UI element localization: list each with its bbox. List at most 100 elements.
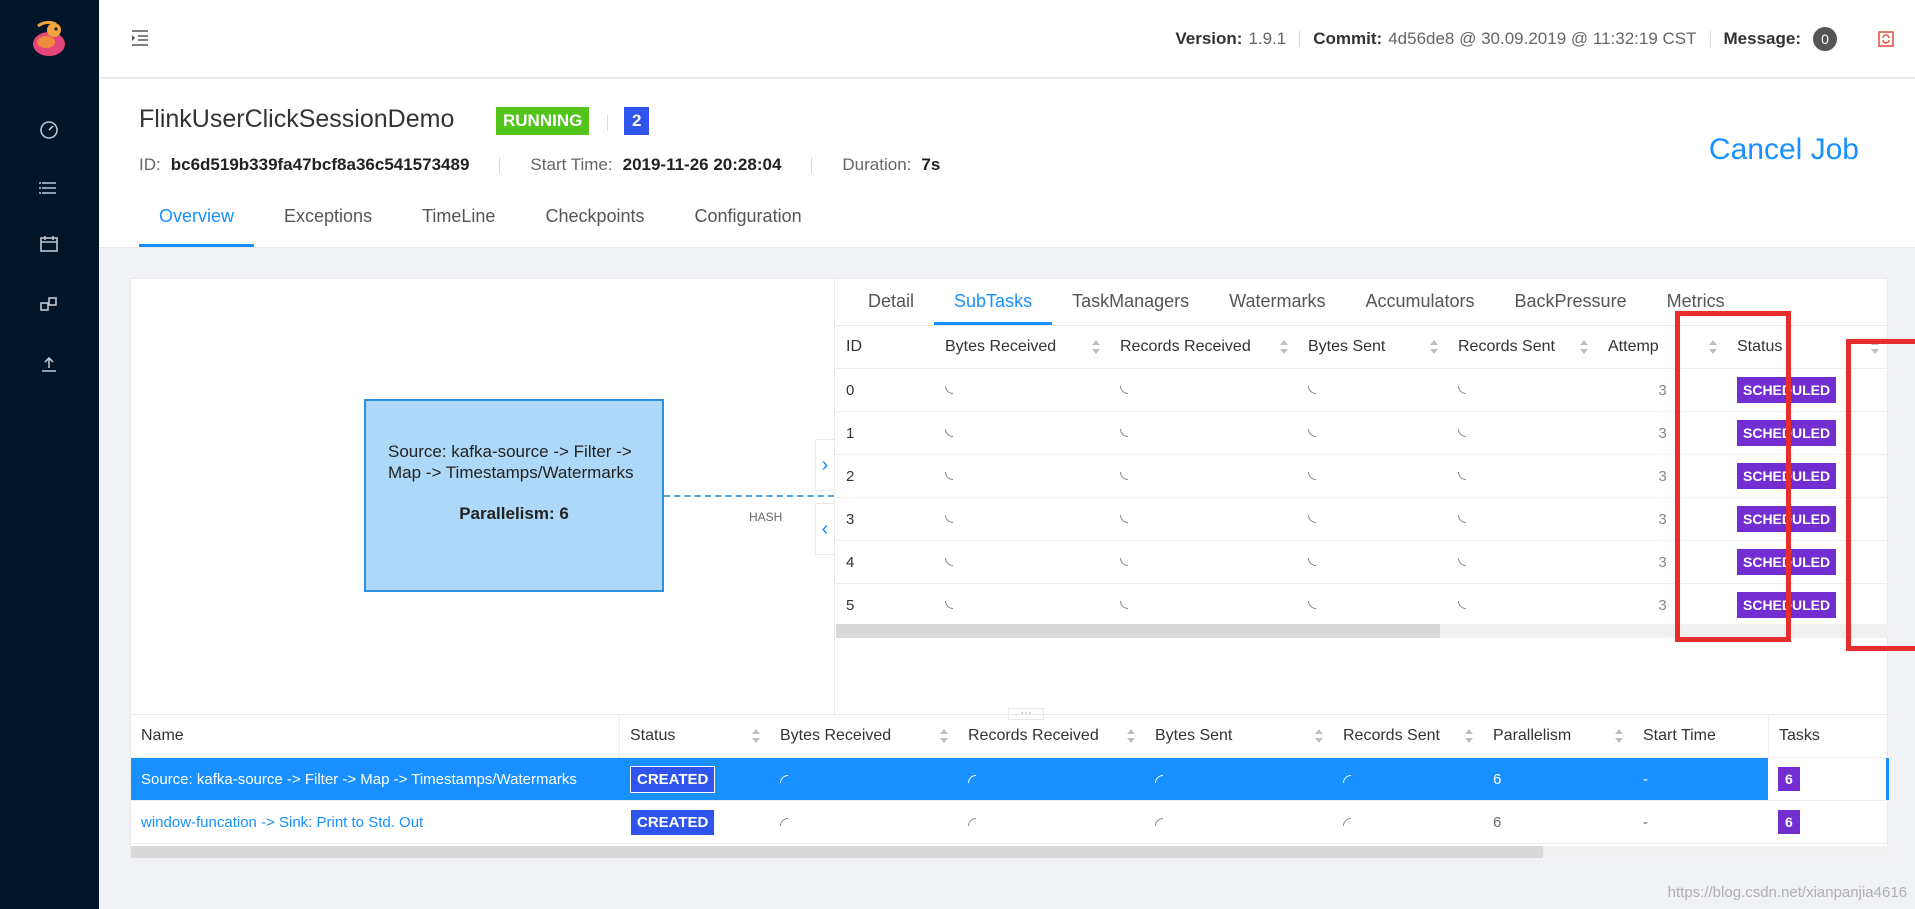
- vertex-link[interactable]: window-funcation -> Sink: Print to Std. …: [141, 814, 423, 831]
- sort-icon[interactable]: [1430, 340, 1438, 354]
- tab-subtasks[interactable]: SubTasks: [934, 279, 1053, 325]
- col-bytes-sent[interactable]: Bytes Sent: [1145, 715, 1333, 757]
- node-parallelism: Parallelism: 6: [459, 504, 569, 523]
- duration-value: 7s: [921, 155, 941, 174]
- horizontal-scrollbar[interactable]: [131, 846, 1889, 858]
- loading-icon: [1298, 498, 1448, 540]
- loading-icon: [935, 412, 1110, 454]
- tab-configuration[interactable]: Configuration: [675, 191, 822, 247]
- tab-checkpoints[interactable]: Checkpoints: [525, 191, 664, 247]
- col-bytes-sent[interactable]: Bytes Sent: [1298, 326, 1448, 368]
- col-records-received[interactable]: Records Received: [1110, 326, 1298, 368]
- col-records-sent[interactable]: Records Sent: [1333, 715, 1483, 757]
- tab-timeline[interactable]: TimeLine: [402, 191, 515, 247]
- flink-logo-icon[interactable]: [28, 18, 70, 60]
- sort-icon[interactable]: [1465, 729, 1473, 743]
- node-label: Source: kafka-source -> Filter -> Map ->…: [388, 442, 634, 482]
- col-label: Records Received: [968, 727, 1099, 744]
- job-meta: ID: bc6d519b339fa47bcf8a36c541573489 Sta…: [139, 155, 940, 175]
- upload-icon[interactable]: [37, 352, 61, 376]
- vertex-status: CREATED: [620, 801, 770, 843]
- menu-fold-icon[interactable]: [129, 27, 151, 49]
- watermark-text: https://blog.csdn.net/xianpanjia4616: [1667, 884, 1907, 901]
- col-parallelism[interactable]: Parallelism: [1483, 715, 1633, 757]
- task-managers-icon[interactable]: [37, 292, 61, 316]
- col-label: Bytes Received: [945, 338, 1057, 355]
- job-tabs: Overview Exceptions TimeLine Checkpoints…: [139, 191, 832, 247]
- col-label: Records Sent: [1458, 338, 1555, 355]
- divider: [499, 157, 501, 173]
- dashboard-icon[interactable]: [37, 117, 61, 141]
- tab-backpressure[interactable]: BackPressure: [1495, 279, 1647, 325]
- cancel-job-button[interactable]: Cancel Job: [1709, 133, 1859, 167]
- vertex-name[interactable]: window-funcation -> Sink: Print to Std. …: [131, 801, 620, 843]
- tab-detail[interactable]: Detail: [848, 279, 934, 325]
- task-count-badge: 2: [624, 107, 650, 135]
- table-row[interactable]: Source: kafka-source -> Filter -> Map ->…: [131, 758, 1889, 801]
- col-records-received[interactable]: Records Received: [958, 715, 1145, 757]
- tab-taskmanagers[interactable]: TaskManagers: [1052, 279, 1209, 325]
- col-id: ID: [846, 338, 862, 355]
- job-header: FlinkUserClickSessionDemo RUNNING 2 ID: …: [99, 79, 1915, 248]
- divider: [607, 115, 608, 131]
- col-tasks: Tasks: [1768, 715, 1886, 757]
- loading-icon: [1110, 412, 1298, 454]
- col-label: Status: [630, 727, 676, 744]
- loading-icon: [1145, 801, 1333, 843]
- message-count-badge[interactable]: 0: [1813, 27, 1837, 51]
- sort-icon[interactable]: [1280, 340, 1288, 354]
- divider: [1299, 31, 1301, 47]
- commit-value: 4d56de8 @ 30.09.2019 @ 11:32:19 CST: [1388, 29, 1697, 48]
- tab-overview[interactable]: Overview: [139, 191, 255, 247]
- scrollbar-thumb[interactable]: [131, 846, 1543, 858]
- scrollbar-thumb[interactable]: [836, 624, 1440, 638]
- duration-label: Duration:: [842, 155, 912, 174]
- job-id-label: ID:: [139, 155, 161, 174]
- sort-icon[interactable]: [1127, 729, 1135, 743]
- job-list-icon[interactable]: [37, 176, 61, 200]
- chevron-left-icon[interactable]: ‹: [815, 503, 835, 555]
- vertex-tasks: 6: [1768, 758, 1886, 800]
- top-bar: Version: 1.9.1 Commit: 4d56de8 @ 30.09.2…: [99, 0, 1915, 78]
- graph-node-source[interactable]: Source: kafka-source -> Filter -> Map ->…: [364, 399, 664, 592]
- tasks-badge: 6: [1778, 767, 1800, 791]
- loading-icon: [958, 801, 1145, 843]
- vertex-tasks: 6: [1768, 801, 1886, 843]
- loading-icon: [1448, 541, 1598, 583]
- job-graph[interactable]: Source: kafka-source -> Filter -> Map ->…: [131, 279, 835, 714]
- graph-edge: [664, 495, 834, 497]
- message-label: Message:: [1723, 29, 1801, 48]
- col-bytes-received[interactable]: Bytes Received: [935, 326, 1110, 368]
- sort-icon[interactable]: [1092, 340, 1100, 354]
- loading-icon: [1110, 455, 1298, 497]
- col-label: Attemp: [1608, 338, 1659, 355]
- chevron-right-icon[interactable]: ›: [815, 439, 835, 491]
- vertex-name[interactable]: Source: kafka-source -> Filter -> Map ->…: [131, 758, 620, 800]
- loading-icon: [1448, 412, 1598, 454]
- loading-icon: [958, 758, 1145, 800]
- refresh-icon[interactable]: [1877, 30, 1895, 48]
- highlight-attempt-box: [1675, 311, 1791, 642]
- cluster-info: Version: 1.9.1 Commit: 4d56de8 @ 30.09.2…: [1175, 27, 1895, 51]
- col-records-sent[interactable]: Records Sent: [1448, 326, 1598, 368]
- tab-accumulators[interactable]: Accumulators: [1345, 279, 1494, 325]
- table-row[interactable]: window-funcation -> Sink: Print to Std. …: [131, 801, 1889, 844]
- status-badge: CREATED: [630, 765, 716, 793]
- loading-icon: [770, 801, 958, 843]
- sort-icon[interactable]: [940, 729, 948, 743]
- tasks-badge: 6: [1778, 810, 1800, 834]
- sort-icon[interactable]: [1615, 729, 1623, 743]
- col-name: Name: [131, 715, 620, 757]
- sort-icon[interactable]: [1580, 340, 1588, 354]
- sort-icon[interactable]: [752, 729, 760, 743]
- tab-watermarks[interactable]: Watermarks: [1209, 279, 1345, 325]
- col-bytes-received[interactable]: Bytes Received: [770, 715, 958, 757]
- sort-icon[interactable]: [1315, 729, 1323, 743]
- subtask-id: 4: [846, 553, 855, 571]
- vertex-status: CREATED: [620, 758, 770, 800]
- loading-icon: [1298, 541, 1448, 583]
- start-time-value: 2019-11-26 20:28:04: [622, 155, 782, 174]
- tab-exceptions[interactable]: Exceptions: [264, 191, 392, 247]
- calendar-icon[interactable]: [37, 232, 61, 256]
- col-status[interactable]: Status: [620, 715, 770, 757]
